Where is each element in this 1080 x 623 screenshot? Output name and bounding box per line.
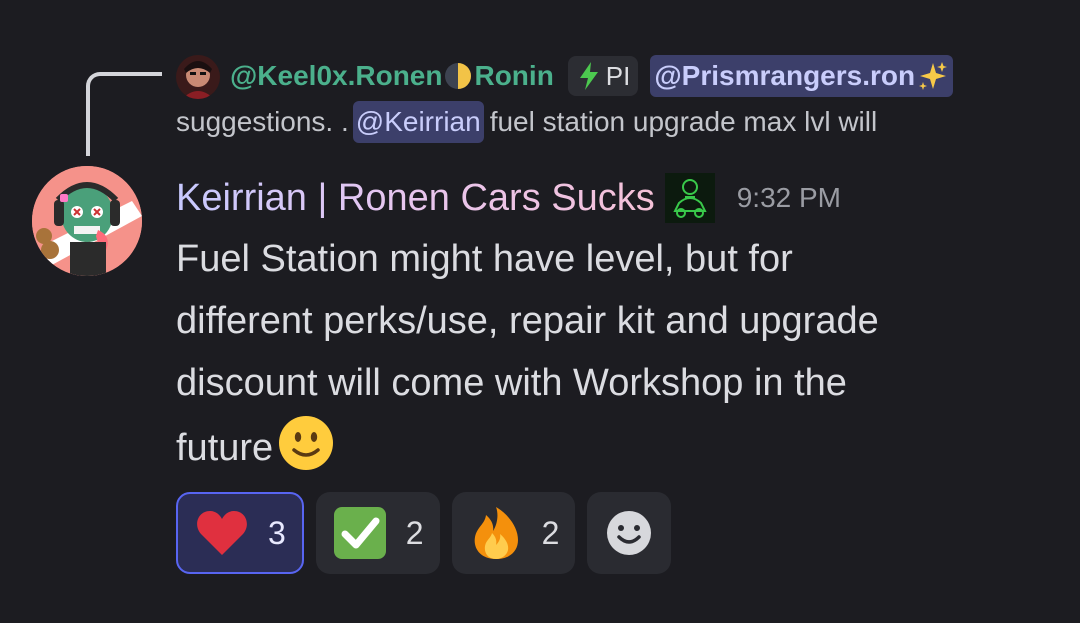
- message-line-text: future: [176, 427, 274, 469]
- reaction-count: 2: [405, 514, 424, 551]
- author-username[interactable]: Keirrian | Ronen Cars Sucks: [176, 177, 655, 220]
- reply-preview[interactable]: suggestions. . @Keirrian fuel station up…: [176, 100, 877, 144]
- reply-author-name[interactable]: @Keel0x.Ronen: [230, 60, 442, 92]
- message-line: Fuel Station might have level, but for: [176, 238, 793, 280]
- message-container: @Keel0x.Ronen Ronin PI @Prismrangers.ron…: [0, 0, 1080, 623]
- check-mark-button-icon: [333, 507, 386, 559]
- reply-mention[interactable]: @Prismrangers.ron: [650, 55, 954, 97]
- red-heart-icon: [197, 511, 247, 555]
- role-tag[interactable]: PI: [567, 56, 639, 96]
- reaction-heart[interactable]: 3: [176, 492, 304, 574]
- car-badge-icon[interactable]: [664, 173, 715, 223]
- fire-icon: [474, 507, 518, 559]
- message-timestamp[interactable]: 9:32 PM: [737, 182, 841, 214]
- reply-connector: [86, 72, 162, 156]
- sparkles-icon: [919, 62, 948, 90]
- reply-mention-label: @Prismrangers.ron: [654, 60, 916, 91]
- author-avatar[interactable]: [32, 166, 142, 276]
- reply-author-name-suffix[interactable]: Ronin: [474, 60, 553, 92]
- add-reaction-button[interactable]: [587, 492, 672, 574]
- add-reaction-smiley-icon: [607, 511, 652, 555]
- role-tag-label: PI: [605, 60, 631, 91]
- reaction-fire[interactable]: 2: [451, 492, 576, 574]
- message-line: different perks/use, repair kit and upgr…: [176, 300, 879, 342]
- slightly-smiling-face-icon: [279, 416, 334, 470]
- reaction-count: 2: [541, 514, 560, 551]
- message-content: Fuel Station might have level, but for d…: [176, 228, 1056, 479]
- reply-preview-text-after: fuel station upgrade max lvl will: [489, 106, 878, 137]
- reply-preview-text-before: suggestions. .: [176, 106, 349, 137]
- reaction-check[interactable]: 2: [315, 492, 440, 574]
- reply-header: @Keel0x.Ronen Ronin PI @Prismrangers.ron: [230, 54, 954, 98]
- half-moon-icon: [445, 63, 472, 89]
- message-line: discount will come with Workshop in the: [176, 362, 847, 404]
- message-line-last: future: [176, 414, 1056, 479]
- reaction-count: 3: [268, 514, 286, 551]
- lightning-icon: [579, 62, 598, 90]
- message-header: Keirrian | Ronen Cars Sucks 9:32 PM: [176, 172, 841, 224]
- reply-preview-mention[interactable]: @Keirrian: [352, 101, 484, 143]
- reply-author-avatar[interactable]: [176, 55, 220, 99]
- reactions-bar: 3 2 2: [176, 492, 672, 574]
